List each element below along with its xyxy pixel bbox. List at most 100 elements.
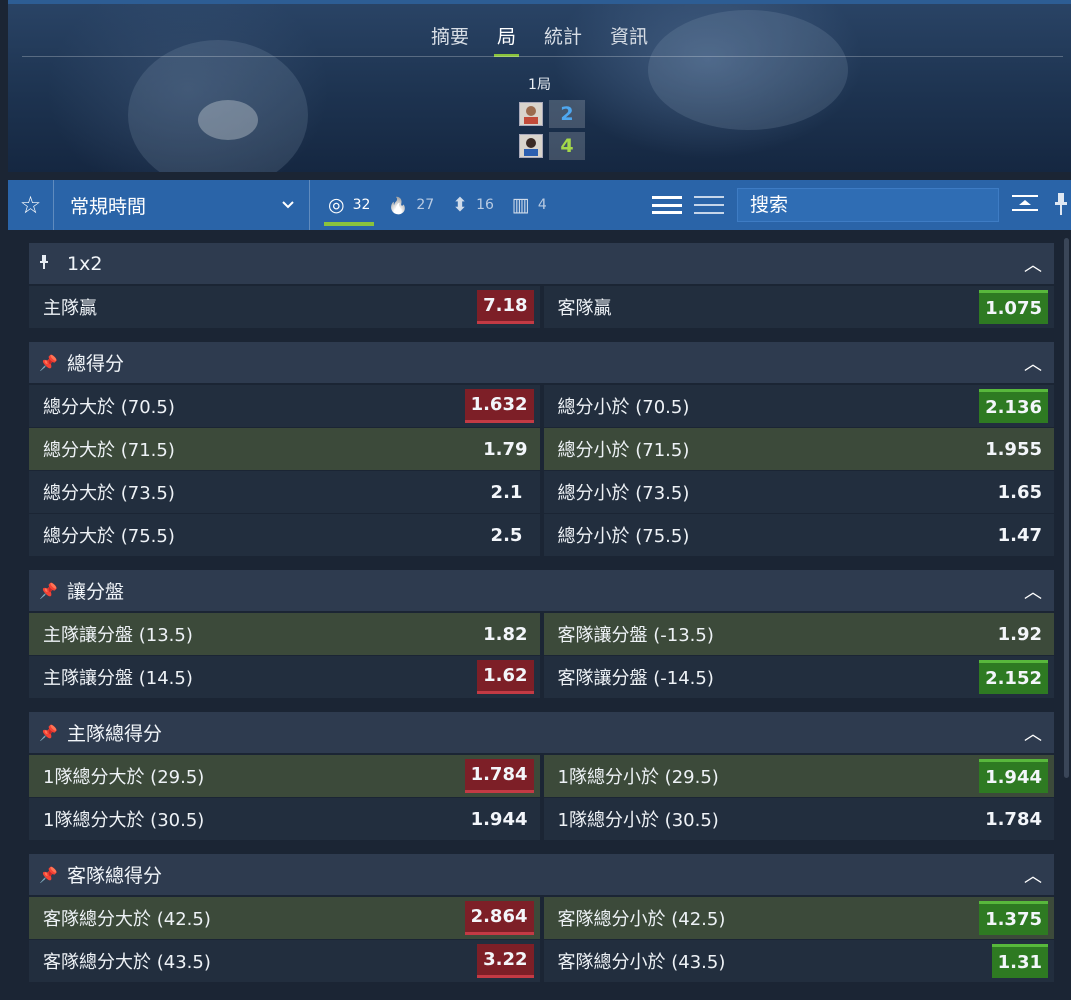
filter-count: 32 bbox=[352, 197, 371, 213]
favorite-star-icon[interactable]: ☆ bbox=[8, 180, 54, 230]
odds-cell[interactable]: 客隊總分大於 (42.5) 2.864 bbox=[29, 897, 540, 939]
odds-cell[interactable]: 總分小於 (70.5) 2.136 bbox=[543, 385, 1054, 427]
pushpin-icon[interactable]: 📌 bbox=[39, 724, 61, 742]
away-player-avatar bbox=[519, 134, 543, 158]
markets-list: 1x2 ︿ 主隊贏 7.18 客隊贏 1.075 📌 總得分 ︿ 總分大於 (70.… bbox=[29, 243, 1054, 996]
odds-row: 1隊總分大於 (29.5) 1.784 1隊總分小於 (29.5) 1.944 bbox=[29, 755, 1054, 797]
outcome-label: 1隊總分大於 (29.5) bbox=[43, 767, 205, 788]
odds-cell[interactable]: 1隊總分大於 (30.5) 1.944 bbox=[29, 798, 540, 840]
odds-cell[interactable]: 總分大於 (71.5) 1.79 bbox=[29, 428, 540, 470]
tab-summary[interactable]: 摘要 bbox=[428, 22, 472, 57]
list-view-icon[interactable] bbox=[652, 193, 682, 217]
odds-value: 1.944 bbox=[470, 808, 528, 830]
odds-value: 1.82 bbox=[483, 623, 528, 645]
outcome-label: 總分小於 (71.5) bbox=[557, 440, 690, 461]
odds-cell[interactable]: 1隊總分大於 (29.5) 1.784 bbox=[29, 755, 540, 797]
market-header[interactable]: 📌 讓分盤 ︿ bbox=[29, 570, 1054, 612]
odds-value: 1.47 bbox=[997, 524, 1042, 546]
odds-cell[interactable]: 客隊總分大於 (43.5) 3.22 bbox=[29, 940, 540, 982]
filter-totals[interactable]: ⬍ 16 bbox=[448, 180, 498, 230]
odds-cell[interactable]: 總分小於 (75.5) 1.47 bbox=[543, 514, 1054, 556]
odds-cell[interactable]: 主隊讓分盤 (13.5) 1.82 bbox=[29, 613, 540, 655]
pushpin-icon[interactable]: 📌 bbox=[39, 582, 61, 600]
pin-icon[interactable] bbox=[1054, 191, 1071, 219]
odds-value: 1.955 bbox=[985, 438, 1042, 460]
market-header[interactable]: 📌 主隊總得分 ︿ bbox=[29, 712, 1054, 754]
odds-value: 1.65 bbox=[997, 481, 1042, 503]
tab-info[interactable]: 資訊 bbox=[607, 22, 651, 57]
odds-cell[interactable]: 1隊總分小於 (29.5) 1.944 bbox=[543, 755, 1054, 797]
outcome-label: 客隊總分大於 (42.5) bbox=[43, 909, 211, 930]
odds-cell[interactable]: 客隊總分小於 (43.5) 1.31 bbox=[543, 940, 1054, 982]
pin-shape bbox=[1055, 193, 1067, 215]
home-score-row: 2 bbox=[519, 100, 591, 128]
odds-cell[interactable]: 客隊總分小於 (42.5) 1.375 bbox=[543, 897, 1054, 939]
odds-cell[interactable]: 總分大於 (70.5) 1.632 bbox=[29, 385, 540, 427]
odds-value: 1.784 bbox=[464, 759, 534, 793]
market-away-total: 📌 客隊總得分 ︿ 客隊總分大於 (42.5) 2.864 客隊總分小於 (42.… bbox=[29, 854, 1054, 982]
odds-cell[interactable]: 客隊讓分盤 (-13.5) 1.92 bbox=[543, 613, 1054, 655]
tab-games[interactable]: 局 bbox=[493, 22, 520, 57]
odds-cell[interactable]: 總分大於 (73.5) 2.1 bbox=[29, 471, 540, 513]
period-label: 1局 bbox=[528, 77, 551, 93]
odds-cell[interactable]: 總分小於 (73.5) 1.65 bbox=[543, 471, 1054, 513]
filter-all[interactable]: ◎ 32 bbox=[324, 180, 375, 230]
chevron-up-icon[interactable]: ︿ bbox=[1022, 578, 1044, 604]
market-header[interactable]: 📌 客隊總得分 ︿ bbox=[29, 854, 1054, 896]
outcome-label: 客隊總分小於 (42.5) bbox=[557, 909, 726, 930]
shuttlecock-image bbox=[198, 100, 258, 140]
odds-value: 1.31 bbox=[991, 944, 1048, 978]
away-score: 4 bbox=[549, 132, 585, 160]
odds-cell[interactable]: 總分大於 (75.5) 2.5 bbox=[29, 514, 540, 556]
market-header[interactable]: 1x2 ︿ bbox=[29, 243, 1054, 285]
outcome-label: 客隊贏 bbox=[557, 298, 612, 319]
odds-cell[interactable]: 主隊贏 7.18 bbox=[29, 286, 540, 328]
market-header[interactable]: 📌 總得分 ︿ bbox=[29, 342, 1054, 384]
filter-stats[interactable]: ▥ 4 bbox=[508, 180, 551, 230]
odds-row: 總分大於 (75.5) 2.5 總分小於 (75.5) 1.47 bbox=[29, 514, 1054, 556]
odds-value: 2.136 bbox=[979, 389, 1048, 423]
header-top-bar bbox=[8, 0, 1071, 4]
filter-count: 16 bbox=[476, 197, 494, 213]
scrollbar[interactable] bbox=[1064, 238, 1069, 778]
market-title: 總得分 bbox=[67, 353, 125, 375]
odds-row: 1隊總分大於 (30.5) 1.944 1隊總分小於 (30.5) 1.784 bbox=[29, 798, 1054, 840]
odds-cell[interactable]: 主隊讓分盤 (14.5) 1.62 bbox=[29, 656, 540, 698]
odds-row: 總分大於 (73.5) 2.1 總分小於 (73.5) 1.65 bbox=[29, 471, 1054, 513]
chevron-up-icon[interactable]: ︿ bbox=[1022, 862, 1044, 888]
filter-popular[interactable]: 🔥 27 bbox=[384, 180, 438, 230]
search-input[interactable] bbox=[737, 188, 999, 222]
odds-value: 1.784 bbox=[985, 808, 1042, 830]
odds-value: 1.075 bbox=[979, 290, 1048, 324]
odds-value: 2.5 bbox=[490, 524, 523, 546]
home-score: 2 bbox=[549, 100, 585, 128]
columns-view-icon[interactable] bbox=[694, 193, 724, 217]
market-period-value: 常規時間 bbox=[70, 195, 147, 218]
outcome-label: 1隊總分小於 (30.5) bbox=[557, 810, 719, 831]
view-toggle bbox=[652, 180, 724, 230]
odds-cell[interactable]: 客隊讓分盤 (-14.5) 2.152 bbox=[543, 656, 1054, 698]
market-filters: ◎ 32 🔥 27 ⬍ 16 ▥ 4 bbox=[310, 180, 551, 230]
outcome-label: 客隊讓分盤 (-13.5) bbox=[557, 625, 714, 646]
tab-stats[interactable]: 統計 bbox=[541, 22, 585, 57]
pushpin-icon[interactable]: 📌 bbox=[39, 354, 61, 372]
market-period-select[interactable]: 常規時間 bbox=[54, 180, 310, 230]
market-title: 1x2 bbox=[67, 252, 103, 275]
odds-cell[interactable]: 總分小於 (71.5) 1.955 bbox=[543, 428, 1054, 470]
odds-value: 7.18 bbox=[477, 290, 534, 324]
chevron-up-icon[interactable]: ︿ bbox=[1022, 720, 1044, 746]
player-avatar-icon bbox=[524, 106, 538, 124]
odds-cell[interactable]: 客隊贏 1.075 bbox=[543, 286, 1054, 328]
home-player-avatar bbox=[519, 102, 543, 126]
pushpin-icon[interactable]: 📌 bbox=[39, 866, 61, 884]
filter-count: 27 bbox=[416, 197, 435, 213]
collapse-all-icon[interactable] bbox=[1010, 193, 1040, 217]
pin-icon[interactable] bbox=[39, 254, 61, 274]
chevron-up-icon[interactable]: ︿ bbox=[1022, 350, 1044, 376]
odds-value: 3.22 bbox=[477, 944, 534, 978]
market-handicap: 📌 讓分盤 ︿ 主隊讓分盤 (13.5) 1.82 客隊讓分盤 (-13.5) 1.… bbox=[29, 570, 1054, 698]
collapse-arrows-icon bbox=[1012, 195, 1038, 211]
odds-cell[interactable]: 1隊總分小於 (30.5) 1.784 bbox=[543, 798, 1054, 840]
markets-toolbar: ☆ 常規時間 ◎ 32 🔥 27 ⬍ 16 ▥ 4 bbox=[8, 180, 1071, 230]
chevron-up-icon[interactable]: ︿ bbox=[1022, 251, 1044, 277]
